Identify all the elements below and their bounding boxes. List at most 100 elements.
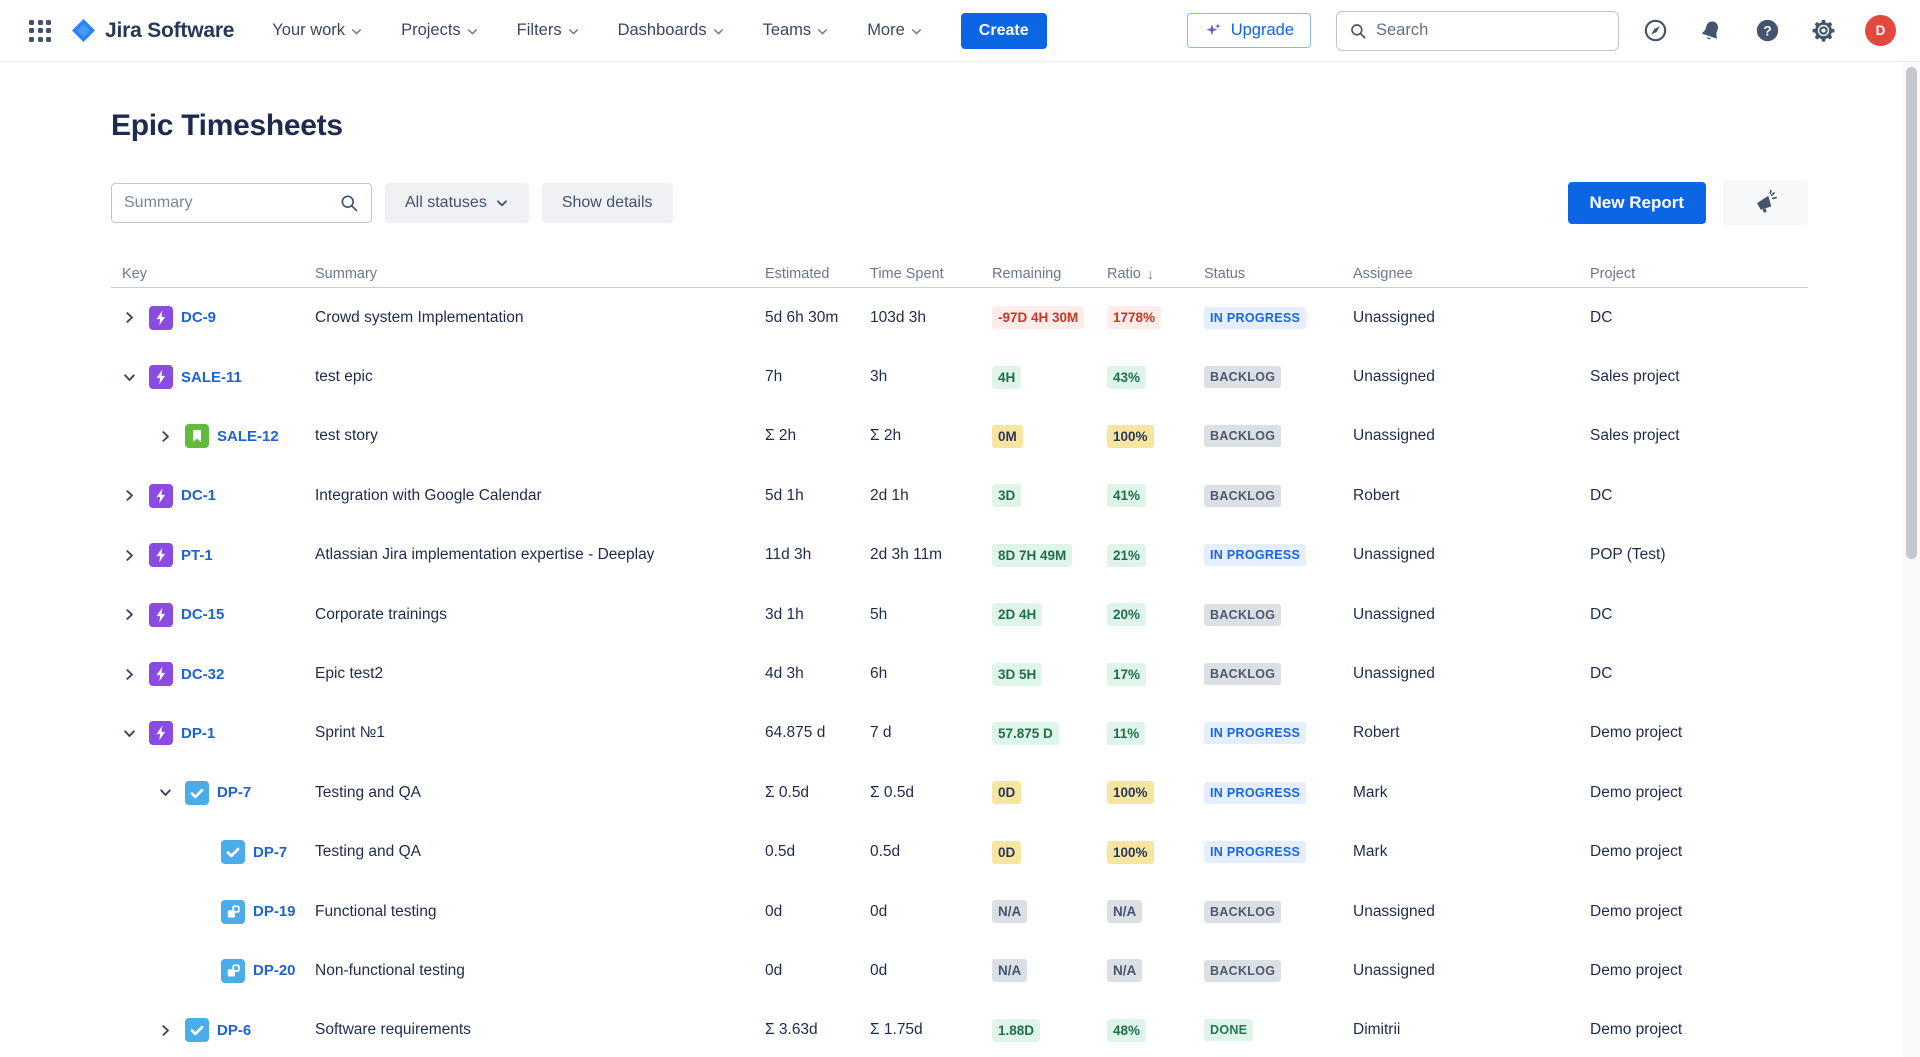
issue-summary: Software requirements — [315, 1021, 765, 1039]
project: DC — [1590, 606, 1808, 624]
nav-item-filters[interactable]: Filters — [517, 21, 580, 40]
remaining-badge: 3D — [992, 484, 1021, 507]
app-switcher-icon[interactable] — [24, 15, 56, 47]
chevron-spacer — [189, 959, 213, 983]
remaining-badge: 0D — [992, 781, 1021, 804]
expand-toggle-icon[interactable] — [117, 484, 141, 508]
status-filter-dropdown[interactable]: All statuses — [385, 183, 529, 223]
column-header-status[interactable]: Status — [1204, 266, 1353, 282]
assignee: Unassigned — [1353, 309, 1590, 327]
nav-item-your-work[interactable]: Your work — [272, 21, 363, 40]
issue-key-link[interactable]: SALE-12 — [217, 428, 279, 445]
issue-key-link[interactable]: DP-7 — [217, 784, 251, 801]
issue-key-link[interactable]: PT-1 — [181, 547, 213, 564]
time-spent-value: 5h — [870, 606, 992, 624]
project: Demo project — [1590, 903, 1808, 921]
remaining-badge: 4H — [992, 366, 1021, 389]
new-report-button[interactable]: New Report — [1568, 182, 1706, 224]
column-header-time-spent[interactable]: Time Spent — [870, 266, 992, 282]
issue-key-link[interactable]: DC-32 — [181, 666, 224, 683]
assignee: Mark — [1353, 784, 1590, 802]
task-icon — [185, 781, 209, 805]
ratio-badge: 21% — [1107, 544, 1146, 567]
sort-desc-icon: ↓ — [1147, 266, 1154, 282]
project: DC — [1590, 487, 1808, 505]
issue-summary: Crowd system Implementation — [315, 309, 765, 327]
ratio-badge: 17% — [1107, 663, 1146, 686]
ratio-badge: 20% — [1107, 603, 1146, 626]
column-header-assignee[interactable]: Assignee — [1353, 266, 1590, 282]
expand-toggle-icon[interactable] — [153, 424, 177, 448]
issue-key-link[interactable]: DP-1 — [181, 725, 215, 742]
remaining-badge: 57.875 D — [992, 722, 1059, 745]
nav-item-dashboards[interactable]: Dashboards — [618, 21, 725, 40]
scrollbar[interactable] — [1903, 62, 1920, 1057]
issue-key-link[interactable]: DP-20 — [253, 962, 296, 979]
jira-logo[interactable]: Jira Software — [70, 17, 234, 44]
expand-toggle-icon[interactable] — [117, 543, 141, 567]
column-header-ratio[interactable]: Ratio↓ — [1107, 266, 1204, 282]
expand-toggle-icon[interactable] — [117, 662, 141, 686]
svg-text:?: ? — [1763, 22, 1772, 38]
search-icon — [1349, 22, 1367, 40]
search-icon — [339, 193, 359, 213]
summary-filter-input[interactable] — [124, 194, 339, 212]
issue-key-link[interactable]: DP-7 — [253, 844, 287, 861]
ratio-badge: 1778% — [1107, 306, 1161, 329]
announcement-button[interactable] — [1723, 180, 1808, 225]
estimated-value: 3d 1h — [765, 606, 870, 624]
status-badge: BACKLOG — [1204, 604, 1281, 626]
project: Demo project — [1590, 843, 1808, 861]
user-avatar[interactable]: D — [1865, 15, 1896, 46]
estimated-value: Σ 0.5d — [765, 784, 870, 802]
collapse-toggle-icon[interactable] — [153, 781, 177, 805]
assignee: Unassigned — [1353, 903, 1590, 921]
expand-toggle-icon[interactable] — [117, 603, 141, 627]
remaining-badge: 8D 7H 49M — [992, 544, 1072, 567]
settings-button[interactable] — [1809, 17, 1837, 45]
estimated-value: 7h — [765, 368, 870, 386]
show-details-button[interactable]: Show details — [542, 183, 673, 223]
nav-item-projects[interactable]: Projects — [401, 21, 479, 40]
issue-key-link[interactable]: SALE-11 — [181, 369, 242, 386]
column-header-estimated[interactable]: Estimated — [765, 266, 870, 282]
issue-key-link[interactable]: DP-6 — [217, 1022, 251, 1039]
remaining-badge: N/A — [992, 959, 1027, 982]
status-badge: IN PROGRESS — [1204, 841, 1306, 863]
discover-button[interactable] — [1641, 17, 1669, 45]
scrollbar-thumb[interactable] — [1906, 67, 1917, 559]
column-header-summary[interactable]: Summary — [315, 266, 765, 282]
nav-item-more[interactable]: More — [867, 21, 923, 40]
column-header-project[interactable]: Project — [1590, 266, 1808, 282]
search-input[interactable] — [1376, 21, 1606, 40]
assignee: Robert — [1353, 724, 1590, 742]
status-badge: BACKLOG — [1204, 425, 1281, 447]
collapse-toggle-icon[interactable] — [117, 721, 141, 745]
issue-key-link[interactable]: DC-15 — [181, 606, 224, 623]
nav-item-teams[interactable]: Teams — [763, 21, 830, 40]
epic-icon — [149, 484, 173, 508]
column-header-remaining[interactable]: Remaining — [992, 266, 1107, 282]
create-button[interactable]: Create — [961, 13, 1047, 49]
time-spent-value: Σ 0.5d — [870, 784, 992, 802]
estimated-value: 64.875 d — [765, 724, 870, 742]
assignee: Unassigned — [1353, 427, 1590, 445]
issue-key-link[interactable]: DP-19 — [253, 903, 296, 920]
issue-key-link[interactable]: DC-1 — [181, 487, 216, 504]
table-row: DP-19Functional testing0d0dN/AN/ABACKLOG… — [111, 882, 1808, 941]
help-button[interactable]: ? — [1753, 17, 1781, 45]
remaining-badge: 0D — [992, 841, 1021, 864]
project: Sales project — [1590, 368, 1808, 386]
status-badge: IN PROGRESS — [1204, 307, 1306, 329]
ratio-badge: 41% — [1107, 484, 1146, 507]
expand-toggle-icon[interactable] — [117, 306, 141, 330]
issue-summary: Integration with Google Calendar — [315, 487, 765, 505]
column-header-key[interactable]: Key — [111, 266, 315, 282]
chevron-down-icon — [910, 25, 923, 38]
expand-toggle-icon[interactable] — [153, 1018, 177, 1042]
upgrade-button[interactable]: Upgrade — [1187, 13, 1311, 48]
notifications-button[interactable] — [1697, 17, 1725, 45]
chevron-down-icon — [567, 25, 580, 38]
collapse-toggle-icon[interactable] — [117, 365, 141, 389]
issue-key-link[interactable]: DC-9 — [181, 309, 216, 326]
